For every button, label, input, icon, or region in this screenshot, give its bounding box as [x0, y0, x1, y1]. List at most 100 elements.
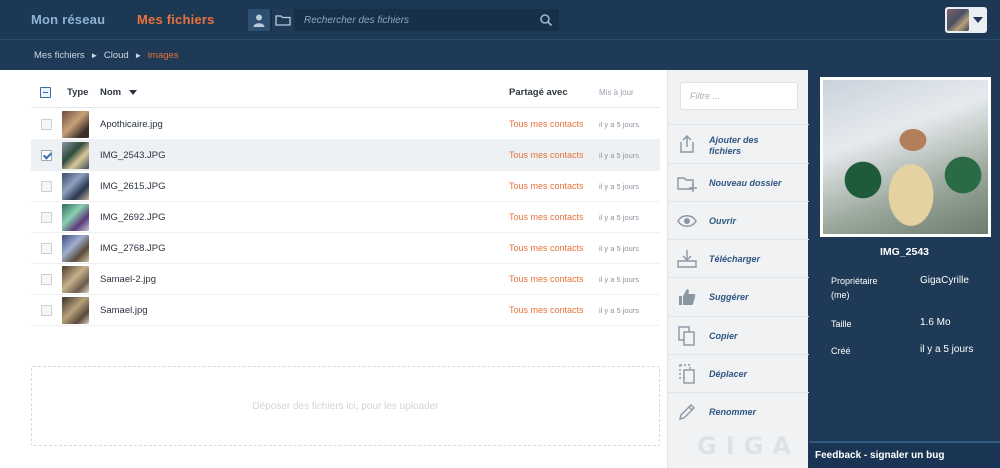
new-folder-button[interactable]: Nouveau dossier	[668, 163, 809, 201]
created-label: Créé	[831, 346, 851, 356]
updated-time: il y a 5 jours	[599, 151, 640, 160]
shared-with-link[interactable]: Tous mes contacts	[509, 181, 584, 191]
file-details-panel: IMG_2543 Propriétaire (me) GigaCyrille Ta…	[809, 70, 1000, 468]
row-checkbox[interactable]	[41, 212, 52, 223]
row-checkbox[interactable]	[41, 119, 52, 130]
add-files-button[interactable]: Ajouter des fichiers	[668, 124, 809, 162]
move-icon	[679, 364, 695, 384]
search-scope-files-button[interactable]	[272, 9, 294, 31]
giga-logo: GIGA	[697, 432, 800, 460]
breadcrumb-current: images	[147, 50, 179, 61]
row-checkbox[interactable]	[41, 305, 52, 316]
breadcrumb-separator: ►	[90, 51, 99, 60]
owner-label: Propriétaire (me)	[831, 274, 878, 302]
updated-time: il y a 5 jours	[599, 120, 640, 129]
created-value: il y a 5 jours	[920, 344, 974, 355]
action-label: Renommer	[709, 407, 757, 417]
file-thumbnail	[62, 297, 89, 324]
row-checkbox[interactable]	[41, 243, 52, 254]
feedback-button[interactable]: Feedback - signaler un bug	[809, 441, 1000, 468]
owner-label-me: (me)	[831, 290, 850, 300]
updated-time: il y a 5 jours	[599, 306, 640, 315]
download-icon	[677, 250, 697, 268]
search-scope-contacts-button[interactable]	[248, 9, 270, 31]
shared-with-link[interactable]: Tous mes contacts	[509, 150, 584, 160]
dropzone-text: Déposer des fichiers ici, pour les uploa…	[252, 400, 439, 412]
download-button[interactable]: Télécharger	[668, 239, 809, 277]
action-label: Nouveau dossier	[709, 178, 782, 188]
action-label-line-1: Ajouter des	[709, 135, 759, 145]
column-header-maj[interactable]: Mis à jour	[599, 88, 634, 97]
upload-dropzone[interactable]: Déposer des fichiers ici, pour les uploa…	[31, 366, 660, 446]
shared-with-link[interactable]: Tous mes contacts	[509, 212, 584, 222]
action-label-line-2: fichiers	[709, 146, 742, 156]
action-label: Ajouter des fichiers	[709, 135, 759, 157]
action-label: Télécharger	[709, 254, 761, 264]
size-label: Taille	[831, 319, 852, 329]
search-input[interactable]	[304, 9, 534, 31]
shared-with-link[interactable]: Tous mes contacts	[509, 243, 584, 253]
suggest-button[interactable]: Suggérer	[668, 277, 809, 315]
table-row[interactable]: IMG_2692.JPG Tous mes contacts il y a 5 …	[31, 202, 660, 233]
row-checkbox[interactable]	[41, 150, 52, 161]
rename-button[interactable]: Renommer	[668, 392, 809, 430]
search-bar	[248, 9, 559, 31]
chevron-down-icon	[973, 17, 983, 23]
upload-icon	[680, 135, 694, 153]
breadcrumb-bar: Mes fichiers ► Cloud ► images	[0, 41, 1000, 70]
updated-time: il y a 5 jours	[599, 244, 640, 253]
table-row[interactable]: IMG_2615.JPG Tous mes contacts il y a 5 …	[31, 171, 660, 202]
search-icon[interactable]	[539, 13, 553, 27]
size-value: 1.6 Mo	[920, 317, 951, 328]
user-menu-button[interactable]	[945, 7, 987, 33]
file-name[interactable]: IMG_2615.JPG	[100, 181, 165, 192]
filter-input[interactable]	[680, 82, 798, 110]
row-checkbox[interactable]	[41, 274, 52, 285]
table-row[interactable]: Samael.jpg Tous mes contacts il y a 5 jo…	[31, 295, 660, 326]
table-header: Type Nom Partagé avec Mis à jour	[31, 82, 660, 108]
preview-image	[823, 80, 988, 234]
file-name[interactable]: Samael-2.jpg	[100, 274, 156, 285]
updated-time: il y a 5 jours	[599, 213, 640, 222]
user-icon	[253, 14, 265, 27]
table-row[interactable]: IMG_2768.JPG Tous mes contacts il y a 5 …	[31, 233, 660, 264]
column-header-nom[interactable]: Nom	[100, 87, 138, 98]
file-name[interactable]: IMG_2768.JPG	[100, 243, 165, 254]
table-row[interactable]: Apothicaire.jpg Tous mes contacts il y a…	[31, 109, 660, 140]
action-label: Suggérer	[709, 292, 749, 302]
actions-panel: Ajouter desfichiers Nouveau dossier Ouvr…	[667, 70, 809, 468]
shared-with-link[interactable]: Tous mes contacts	[509, 119, 584, 129]
file-preview[interactable]	[820, 77, 991, 237]
feedback-label: Feedback - signaler un bug	[815, 450, 945, 461]
copy-icon	[678, 326, 695, 346]
nav-mes-fichiers[interactable]: Mes fichiers	[137, 12, 215, 27]
file-name[interactable]: Apothicaire.jpg	[100, 119, 163, 130]
move-button[interactable]: Déplacer	[668, 354, 809, 392]
eye-icon	[677, 215, 697, 227]
avatar	[947, 9, 969, 31]
column-header-partage[interactable]: Partagé avec	[509, 87, 568, 98]
file-thumbnail	[62, 142, 89, 169]
row-checkbox[interactable]	[41, 181, 52, 192]
breadcrumb-mes-fichiers[interactable]: Mes fichiers	[34, 50, 85, 61]
open-button[interactable]: Ouvrir	[668, 201, 809, 239]
action-label: Ouvrir	[709, 216, 737, 226]
file-name[interactable]: Samael.jpg	[100, 305, 148, 316]
table-row[interactable]: Samael-2.jpg Tous mes contacts il y a 5 …	[31, 264, 660, 295]
shared-with-link[interactable]: Tous mes contacts	[509, 274, 584, 284]
nav-mon-reseau[interactable]: Mon réseau	[31, 12, 105, 27]
breadcrumb-separator: ►	[134, 51, 143, 60]
select-all-checkbox[interactable]	[40, 87, 51, 98]
table-row[interactable]: IMG_2543.JPG Tous mes contacts il y a 5 …	[31, 140, 660, 171]
shared-with-link[interactable]: Tous mes contacts	[509, 305, 584, 315]
file-name[interactable]: IMG_2543.JPG	[100, 150, 165, 161]
pencil-icon	[679, 404, 695, 420]
file-name[interactable]: IMG_2692.JPG	[100, 212, 165, 223]
breadcrumb: Mes fichiers ► Cloud ► images	[34, 50, 179, 61]
column-header-type[interactable]: Type	[67, 87, 88, 98]
file-thumbnail	[62, 204, 89, 231]
breadcrumb-cloud[interactable]: Cloud	[104, 50, 129, 61]
owner-label-text: Propriétaire	[831, 276, 878, 286]
copy-button[interactable]: Copier	[668, 316, 809, 354]
file-thumbnail	[62, 266, 89, 293]
